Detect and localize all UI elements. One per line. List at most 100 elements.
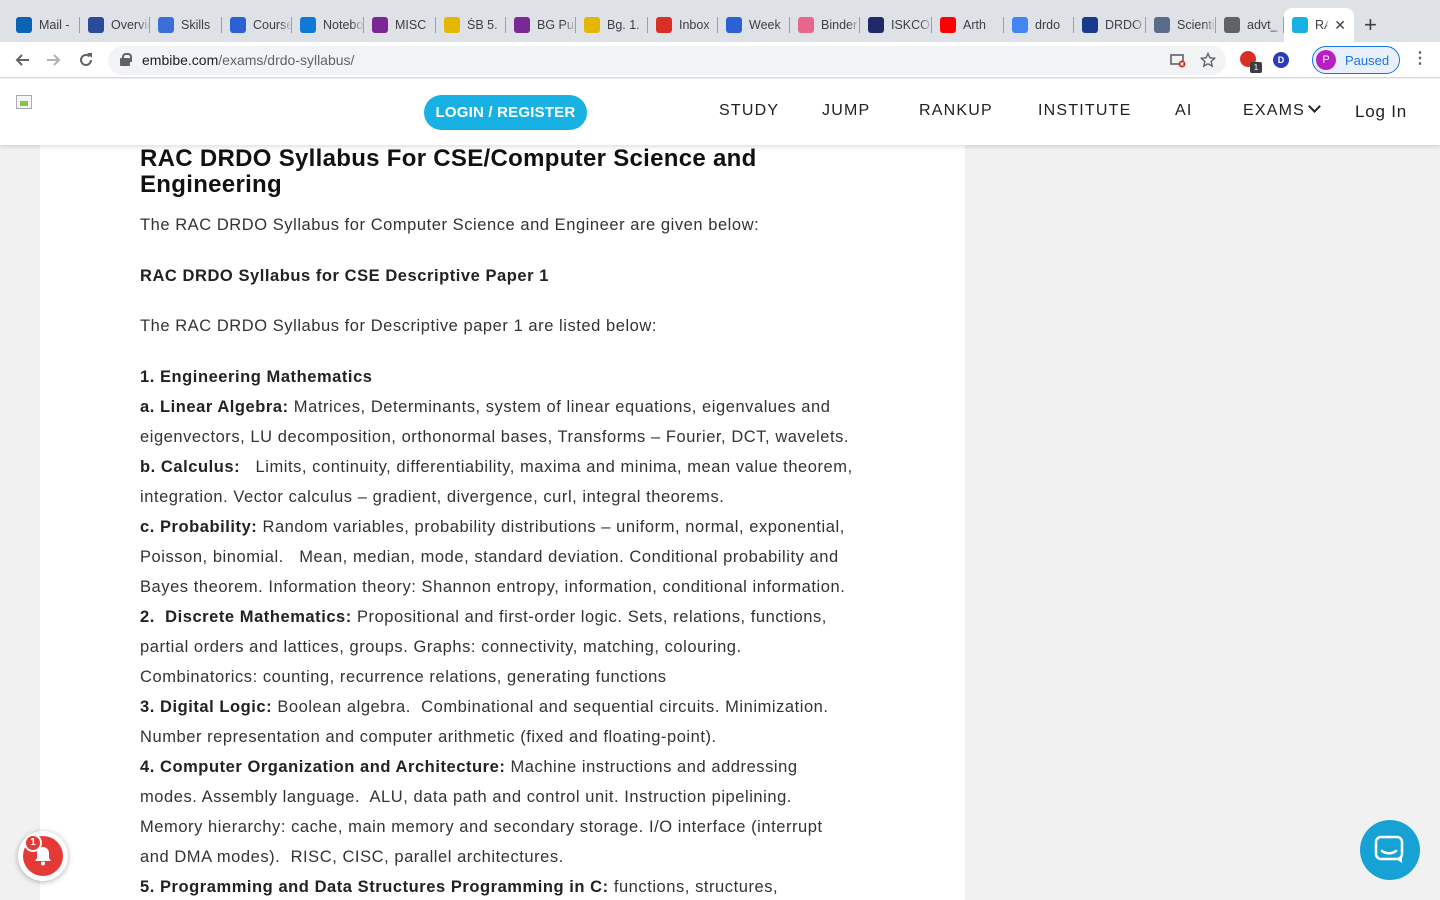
url-path: /exams/drdo-syllabus/ — [218, 52, 355, 68]
youtube-icon — [940, 17, 956, 33]
nav-institute[interactable]: INSTITUTE — [1038, 102, 1131, 120]
subheading-text: RAC DRDO Syllabus for CSE Descriptive Pa… — [140, 267, 549, 285]
nav-ai[interactable]: AI — [1175, 102, 1193, 120]
browser-tab[interactable]: advt_ — [1216, 8, 1284, 42]
v-icon — [444, 17, 460, 33]
onedrive-icon — [300, 17, 316, 33]
section-computer-organization: 4. Computer Organization and Architectur… — [140, 757, 798, 777]
section-computer-organization-cont: modes. Assembly language. ALU, data path… — [140, 788, 792, 806]
tab-title: advt_ — [1247, 18, 1278, 32]
browser-tab[interactable]: Skills — [150, 8, 222, 42]
section-label: 4. Computer Organization and Architectur… — [140, 758, 506, 776]
section-label: 3. Digital Logic: — [140, 698, 273, 716]
topic-text: Random variables, probability distributi… — [257, 518, 845, 536]
login-register-button[interactable]: LOGIN / REGISTER — [424, 95, 587, 130]
browser-tab[interactable]: BG Purport — [506, 8, 576, 42]
intro-paragraph: The RAC DRDO Syllabus for Computer Scien… — [140, 216, 760, 234]
nav-rankup[interactable]: RANKUP — [919, 102, 993, 120]
section-engineering-math: 1. Engineering Mathematics — [140, 367, 373, 387]
skills-icon — [158, 17, 174, 33]
notification-bell-button[interactable]: 1 — [18, 831, 68, 881]
extension-d-icon[interactable]: D — [1273, 52, 1289, 68]
topic-label: b. Calculus: — [140, 458, 241, 476]
browser-tab[interactable]: MISC — [364, 8, 436, 42]
topic-text: Matrices, Determinants, system of linear… — [288, 398, 831, 416]
tab-title: Mail - — [39, 18, 70, 32]
browser-tab[interactable]: drdo — [1004, 8, 1074, 42]
chat-launcher-button[interactable] — [1360, 820, 1420, 880]
nav-exams-label: EXAMS — [1243, 102, 1306, 119]
page-title: RAC DRDO Syllabus For CSE/Computer Scien… — [140, 146, 860, 198]
back-icon[interactable] — [10, 48, 34, 72]
browser-tab[interactable]: Overview — [80, 8, 150, 42]
section-discrete-math: 2. Discrete Mathematics: Propositional a… — [140, 607, 827, 627]
tab-title: Overview — [111, 18, 150, 32]
browser-tab[interactable]: Scientist — [1146, 8, 1216, 42]
section-computer-organization-cont2: Memory hierarchy: cache, main memory and… — [140, 818, 823, 836]
nav-log-in[interactable]: Log In — [1355, 102, 1407, 122]
lock-icon[interactable] — [120, 53, 132, 66]
topic-label: c. Probability: — [140, 518, 258, 536]
nav-exams-dropdown[interactable]: EXAMS — [1243, 102, 1319, 120]
browser-tab[interactable]: Mail - — [8, 8, 80, 42]
section-label: 5. Programming and Data Structures Progr… — [140, 878, 609, 896]
gmail-icon — [656, 17, 672, 33]
browser-tab[interactable]: Arth — [932, 8, 1004, 42]
blocked-popup-icon[interactable] — [1170, 52, 1186, 71]
nav-study[interactable]: STUDY — [719, 102, 779, 120]
profile-button[interactable]: P Paused — [1312, 46, 1400, 74]
tab-title: Binder — [821, 18, 858, 32]
section-text: functions, structures, — [608, 878, 779, 896]
tab-title: Notebook — [323, 18, 364, 32]
topic-label: a. Linear Algebra: — [140, 398, 289, 416]
site-logo[interactable] — [16, 95, 32, 109]
outlook-icon — [16, 17, 32, 33]
extension-badge: 1 — [1250, 62, 1262, 73]
section-text: Boolean algebra. Combinational and seque… — [272, 698, 829, 716]
section-text: Machine instructions and addressing — [505, 758, 798, 776]
browser-menu-icon[interactable]: ⋮ — [1412, 49, 1428, 69]
browser-tab[interactable]: DRDO — [1074, 8, 1146, 42]
url-domain: embibe.com — [142, 52, 219, 68]
browser-tab[interactable]: Courses — [222, 8, 292, 42]
emblem-icon — [1154, 17, 1170, 33]
browser-tab[interactable]: Bg. 1. — [576, 8, 648, 42]
list-intro: The RAC DRDO Syllabus for Descriptive pa… — [140, 317, 658, 335]
browser-tab[interactable]: Binder — [790, 8, 860, 42]
infinity-icon — [726, 17, 742, 33]
topic-probability-cont2: Bayes theorem. Information theory: Shann… — [140, 578, 846, 596]
browser-tab[interactable]: RAC ✕ — [1284, 8, 1354, 42]
address-bar[interactable]: embibe.com/exams/drdo-syllabus/ — [108, 46, 1226, 75]
tab-title: Bg. 1. — [607, 18, 640, 32]
section-discrete-math-cont2: Combinatorics: counting, recurrence rela… — [140, 668, 667, 686]
browser-tab[interactable]: ISKCON — [860, 8, 932, 42]
browser-tab[interactable]: Notebook — [292, 8, 364, 42]
in-icon — [868, 17, 884, 33]
tab-title: DRDO — [1105, 18, 1142, 32]
tab-title: ŚB 5. — [467, 18, 498, 32]
section-label: 1. Engineering Mathematics — [140, 368, 373, 386]
profile-status: Paused — [1345, 53, 1390, 68]
forward-icon[interactable] — [42, 48, 66, 72]
nav-jump[interactable]: JUMP — [822, 102, 870, 120]
google-icon — [1012, 17, 1028, 33]
browser-tab[interactable]: ŚB 5. — [436, 8, 506, 42]
new-tab-button[interactable]: + — [1364, 13, 1377, 37]
browser-tab[interactable]: Week — [718, 8, 790, 42]
section-digital-logic: 3. Digital Logic: Boolean algebra. Combi… — [140, 697, 829, 717]
url-text[interactable]: embibe.com/exams/drdo-syllabus/ — [142, 52, 354, 68]
bookmark-star-icon[interactable] — [1199, 51, 1217, 71]
section-label: 2. Discrete Mathematics: — [140, 608, 352, 626]
tab-title: ISKCON — [891, 18, 932, 32]
reload-icon[interactable] — [74, 48, 98, 72]
topic-probability-cont: Poisson, binomial. Mean, median, mode, s… — [140, 548, 839, 566]
binder-icon — [798, 17, 814, 33]
browser-tab[interactable]: Inbox — [648, 8, 718, 42]
notification-count: 1 — [24, 834, 42, 852]
infinity-icon — [230, 17, 246, 33]
topic-calculus: b. Calculus: Limits, continuity, differe… — [140, 457, 853, 477]
page-title-line1: RAC DRDO Syllabus For CSE/Computer Scien… — [140, 145, 757, 172]
close-tab-icon[interactable]: ✕ — [1334, 17, 1346, 33]
section-discrete-math-cont: partial orders and lattices, groups. Gra… — [140, 638, 742, 656]
section-programming: 5. Programming and Data Structures Progr… — [140, 877, 778, 897]
